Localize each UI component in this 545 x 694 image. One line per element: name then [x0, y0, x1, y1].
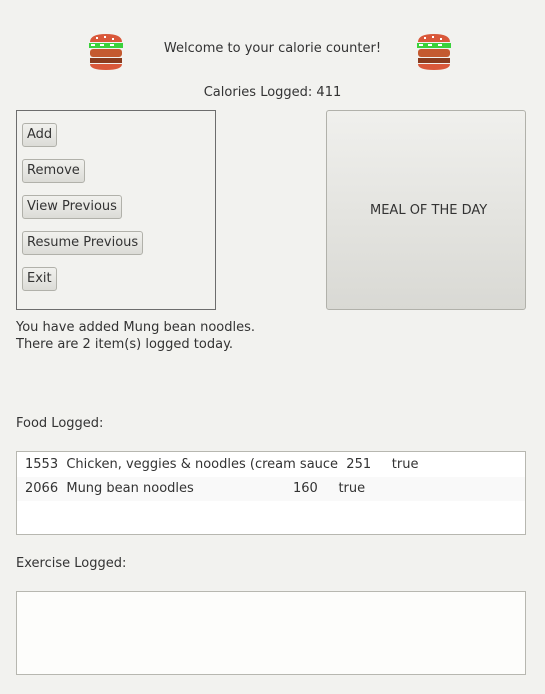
remove-button[interactable]: Remove [22, 159, 85, 183]
calories-logged-label: Calories Logged: 411 [203, 85, 342, 100]
meal-of-the-day-label: MEAL OF THE DAY [370, 202, 488, 218]
menu-panel: Add Remove View Previous Resume Previous… [16, 110, 216, 310]
food-logged-heading: Food Logged: [16, 416, 104, 431]
food-logged-list[interactable]: 1553 Chicken, veggies & noodles (cream s… [16, 451, 526, 535]
list-item[interactable]: 1553 Chicken, veggies & noodles (cream s… [17, 453, 525, 477]
welcome-text: Welcome to your calorie counter! [163, 41, 382, 56]
view-previous-button[interactable]: View Previous [22, 195, 122, 219]
burger-icon [414, 32, 454, 72]
exercise-logged-heading: Exercise Logged: [16, 556, 127, 571]
status-message-count: There are 2 item(s) logged today. [16, 337, 234, 352]
exercise-logged-list[interactable] [16, 591, 526, 675]
add-button[interactable]: Add [22, 123, 58, 147]
meal-of-the-day-button[interactable]: MEAL OF THE DAY [326, 110, 526, 310]
exit-button[interactable]: Exit [22, 267, 57, 291]
resume-previous-button[interactable]: Resume Previous [22, 231, 144, 255]
empty-list-row [17, 501, 525, 525]
list-item[interactable]: 2066 Mung bean noodles 160 true [17, 477, 525, 501]
status-message-added: You have added Mung bean noodles. [16, 320, 256, 335]
